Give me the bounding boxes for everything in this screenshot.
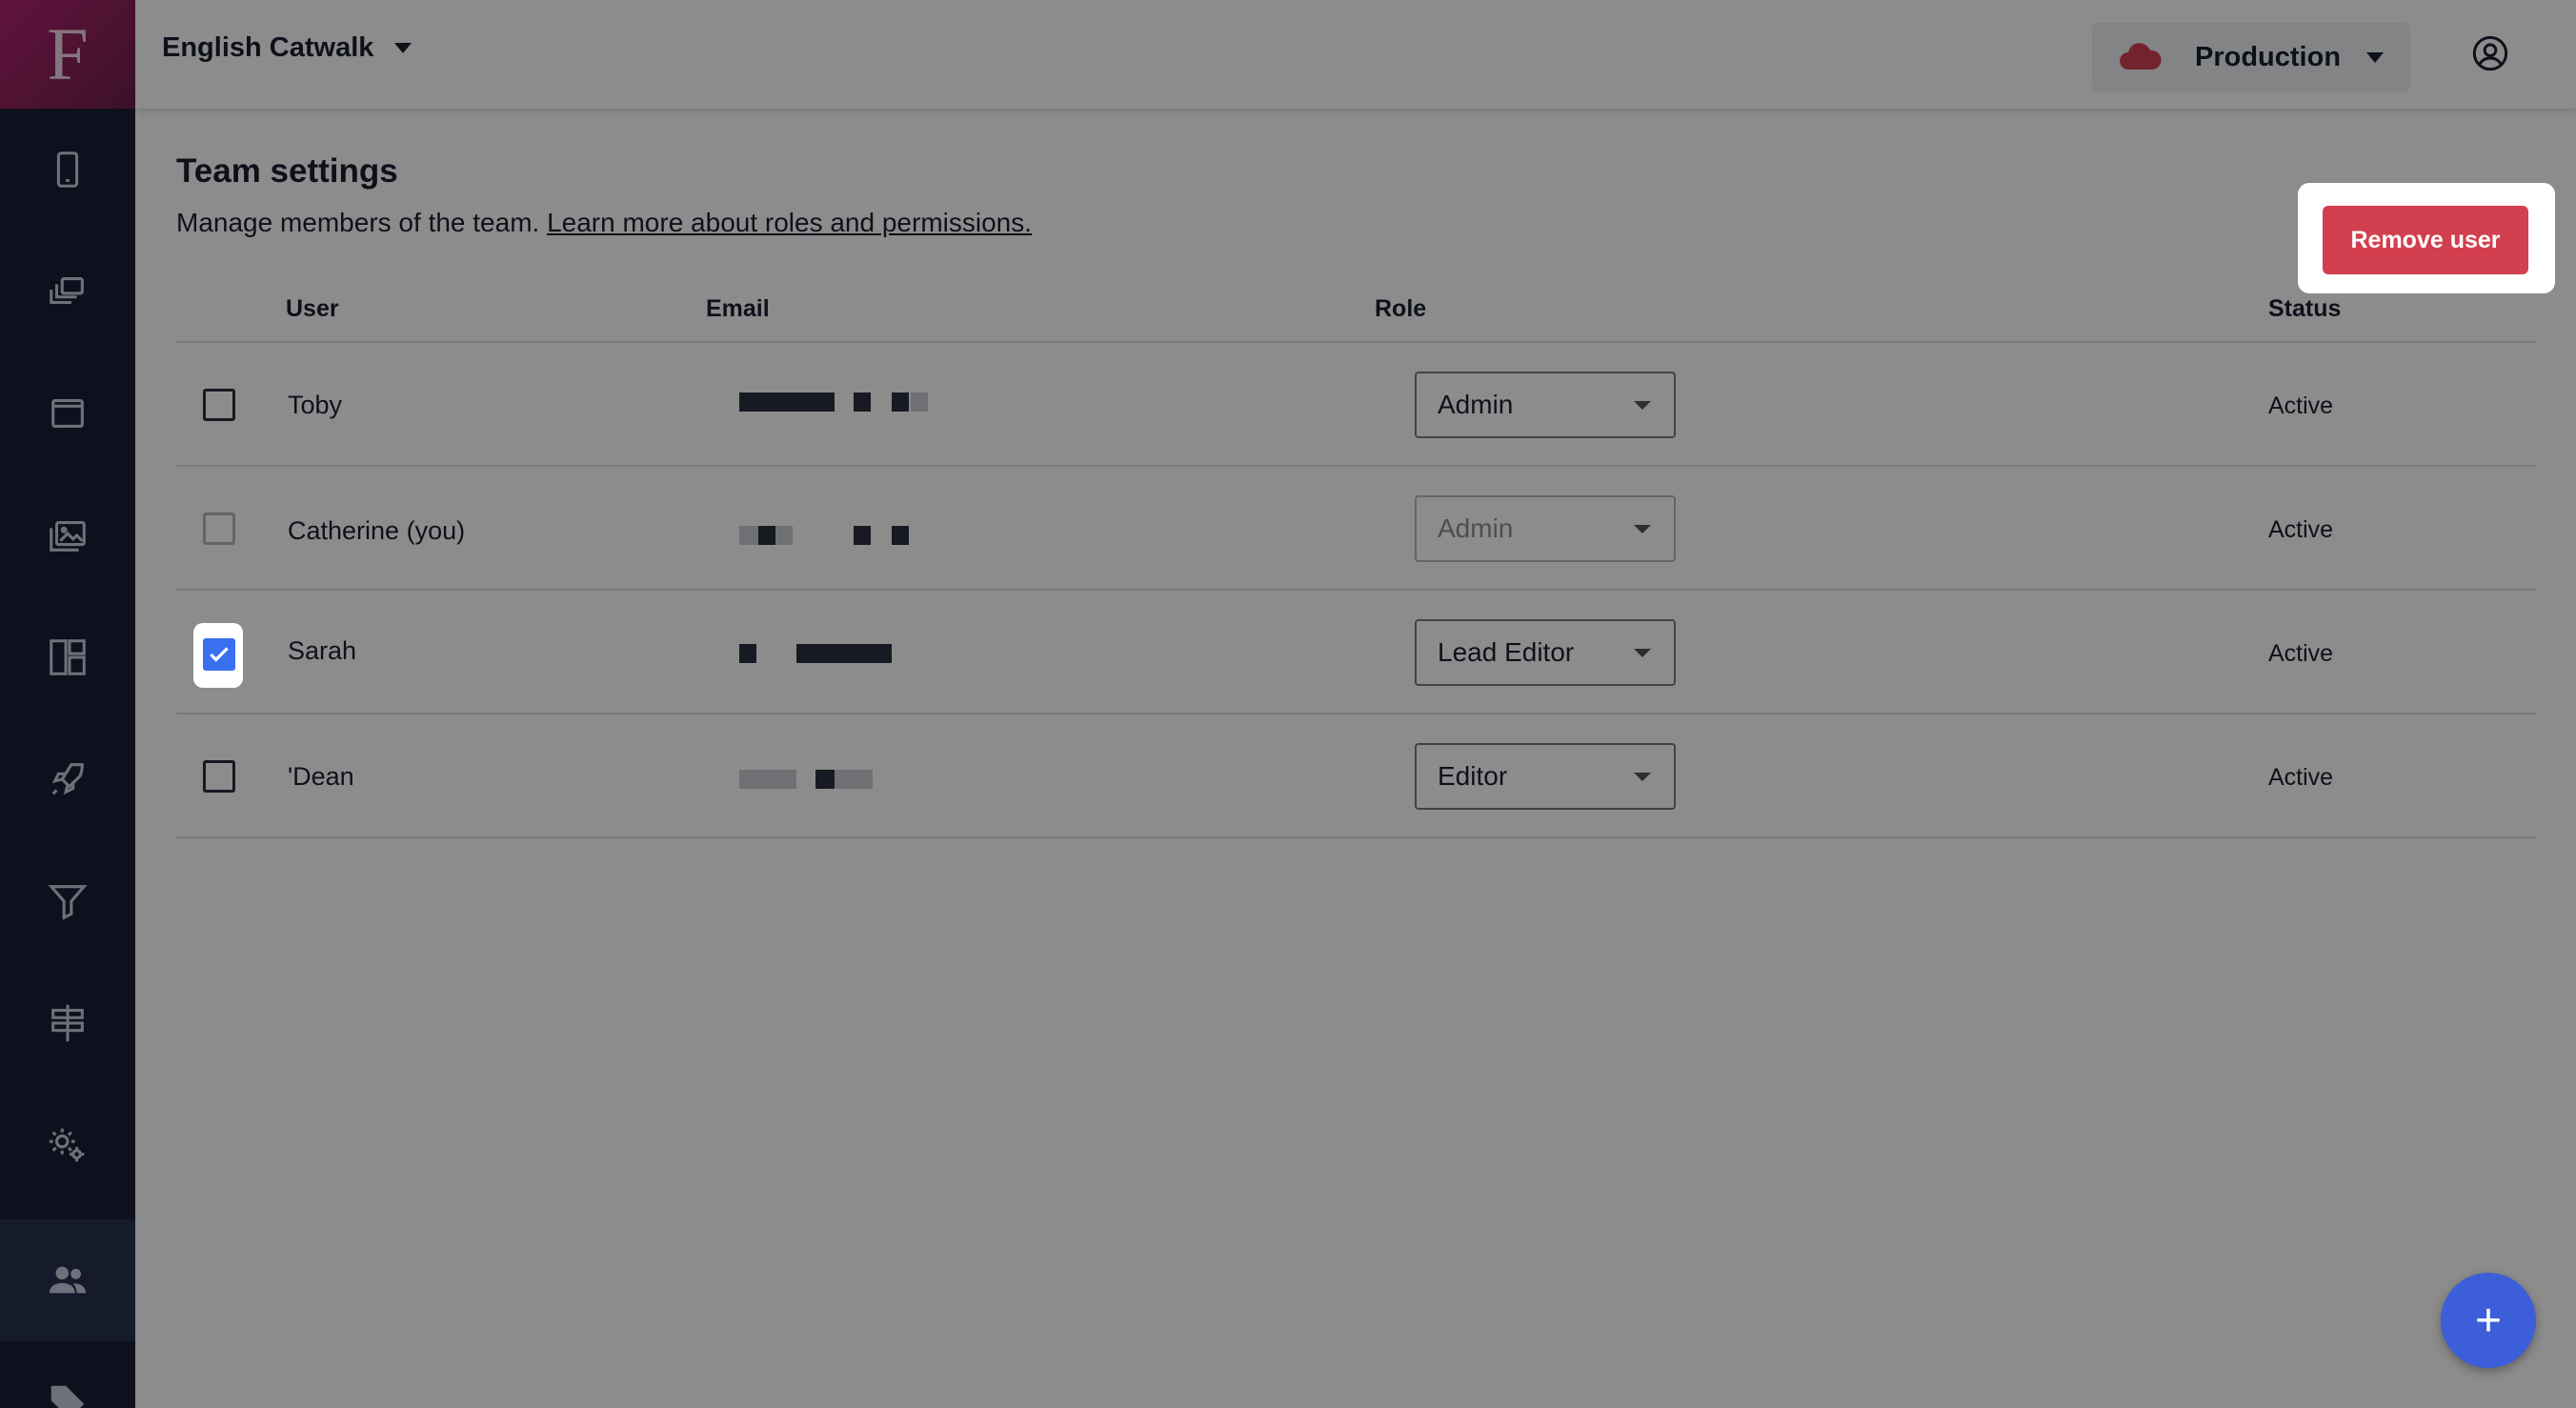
cloud-icon bbox=[2120, 43, 2162, 70]
role-select[interactable]: Lead Editor bbox=[1415, 619, 1676, 686]
role-select[interactable]: Editor bbox=[1415, 743, 1676, 810]
main-content: Team settings Manage members of the team… bbox=[135, 109, 2576, 1408]
chevron-down-icon bbox=[1634, 525, 1651, 533]
role-value: Admin bbox=[1438, 390, 1514, 419]
role-value: Editor bbox=[1438, 761, 1508, 791]
chevron-down-icon bbox=[1634, 773, 1651, 781]
remove-user-button[interactable]: Remove user bbox=[2323, 206, 2528, 274]
sidebar: F bbox=[0, 0, 135, 1408]
email-redacted bbox=[739, 526, 909, 545]
tag-icon bbox=[50, 1385, 85, 1408]
user-name: 'Dean bbox=[288, 762, 354, 791]
sidebar-item-launch[interactable] bbox=[0, 718, 135, 840]
column-status: Status bbox=[2268, 295, 2342, 322]
environment-selector[interactable]: Production bbox=[2092, 23, 2410, 91]
sidebar-item-window[interactable] bbox=[0, 352, 135, 474]
row-checkbox[interactable] bbox=[203, 389, 235, 421]
app-logo[interactable]: F bbox=[0, 0, 135, 109]
subtitle-text: Manage members of the team. bbox=[176, 208, 540, 237]
logo-icon: F bbox=[47, 12, 89, 95]
column-user: User bbox=[286, 295, 339, 322]
role-value: Lead Editor bbox=[1438, 637, 1575, 667]
plus-icon: + bbox=[2474, 1295, 2503, 1346]
images-icon bbox=[50, 521, 86, 552]
role-value: Admin bbox=[1438, 513, 1514, 543]
role-select: Admin bbox=[1415, 495, 1676, 562]
table-row: Sarah Lead Editor Active bbox=[176, 591, 2537, 714]
sidebar-item-settings[interactable] bbox=[0, 1084, 135, 1206]
page-title: Team settings bbox=[176, 152, 398, 190]
team-icon bbox=[49, 1266, 87, 1294]
account-icon[interactable] bbox=[2471, 34, 2509, 72]
email-redacted bbox=[739, 770, 873, 789]
chevron-down-icon bbox=[1634, 649, 1651, 657]
sidebar-item-tags[interactable] bbox=[0, 1341, 135, 1408]
sidebar-item-routing[interactable] bbox=[0, 962, 135, 1084]
app-selector[interactable]: English Catwalk bbox=[162, 32, 413, 64]
table-row: Toby Admin Active bbox=[176, 343, 2537, 467]
user-name: Sarah bbox=[288, 636, 357, 665]
chevron-down-icon bbox=[394, 43, 413, 53]
page-subtitle: Manage members of the team. Learn more a… bbox=[176, 208, 1032, 238]
filter-icon bbox=[48, 885, 88, 920]
sidebar-item-filters[interactable] bbox=[0, 840, 135, 962]
rocket-icon bbox=[51, 763, 84, 795]
role-select[interactable]: Admin bbox=[1415, 372, 1676, 438]
window-icon bbox=[51, 399, 84, 428]
status-text: Active bbox=[2268, 764, 2334, 791]
row-checkbox bbox=[203, 513, 235, 545]
screens-icon bbox=[50, 277, 84, 305]
learn-more-link[interactable]: Learn more about roles and permissions. bbox=[547, 208, 1032, 237]
status-text: Active bbox=[2268, 392, 2334, 419]
status-text: Active bbox=[2268, 640, 2334, 667]
email-redacted bbox=[739, 392, 928, 412]
row-checkbox[interactable] bbox=[203, 760, 235, 793]
user-name: Toby bbox=[288, 391, 343, 419]
sidebar-item-devices[interactable] bbox=[0, 109, 135, 231]
status-text: Active bbox=[2268, 516, 2334, 543]
table-header: User Email Role Status bbox=[176, 274, 2537, 343]
table-row: 'Dean Editor Active bbox=[176, 714, 2537, 838]
topbar: English Catwalk Production bbox=[135, 0, 2576, 109]
user-name: Catherine (you) bbox=[288, 516, 466, 545]
settings-icon bbox=[49, 1128, 85, 1162]
phone-icon bbox=[56, 151, 79, 188]
signpost-icon bbox=[51, 1004, 84, 1042]
add-user-fab[interactable]: + bbox=[2441, 1273, 2536, 1368]
column-role: Role bbox=[1375, 295, 1427, 322]
chevron-down-icon bbox=[2366, 52, 2384, 63]
environment-label: Production bbox=[2195, 41, 2342, 72]
chevron-down-icon bbox=[1634, 401, 1651, 410]
table-row: Catherine (you) Admin Active bbox=[176, 467, 2537, 591]
sidebar-item-layout[interactable] bbox=[0, 596, 135, 718]
sidebar-item-team[interactable] bbox=[0, 1219, 135, 1341]
app-name: English Catwalk bbox=[162, 32, 374, 63]
sidebar-item-screens[interactable] bbox=[0, 231, 135, 352]
checkmark-icon bbox=[210, 647, 229, 662]
layout-icon bbox=[50, 639, 86, 675]
sidebar-item-images[interactable] bbox=[0, 474, 135, 596]
email-redacted bbox=[739, 644, 892, 663]
sarah-checkbox[interactable] bbox=[203, 638, 235, 671]
column-email: Email bbox=[706, 295, 770, 322]
